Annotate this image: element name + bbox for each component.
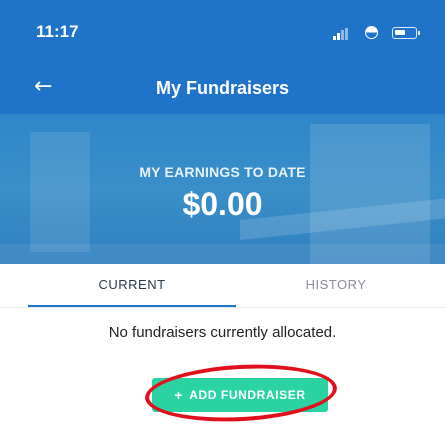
divider bbox=[0, 307, 445, 308]
tab-current[interactable]: CURRENT bbox=[28, 264, 236, 306]
tab-bar: CURRENT HISTORY bbox=[0, 264, 445, 308]
nav-bar: ← My Fundraisers bbox=[0, 62, 445, 114]
signal-icon bbox=[333, 28, 349, 40]
banner-background-shape bbox=[0, 244, 445, 264]
page-title: My Fundraisers bbox=[155, 78, 290, 98]
wifi-icon: ◓ bbox=[364, 22, 379, 42]
add-fundraiser-label: ADD FUNDRAISER bbox=[189, 388, 306, 402]
battery-icon bbox=[392, 27, 420, 39]
status-bar: 11:17 ◓ bbox=[0, 0, 445, 62]
empty-state-message: No fundraisers currently allocated. bbox=[108, 324, 337, 341]
earnings-label: MY EARNINGS TO DATE bbox=[139, 164, 306, 180]
status-time: 11:17 bbox=[36, 22, 79, 41]
plus-icon: + bbox=[174, 387, 184, 403]
add-fundraiser-button[interactable]: + ADD FUNDRAISER bbox=[152, 378, 328, 412]
tab-history[interactable]: HISTORY bbox=[236, 264, 436, 306]
earnings-banner: MY EARNINGS TO DATE $0.00 bbox=[0, 114, 445, 264]
earnings-amount: $0.00 bbox=[182, 186, 263, 222]
